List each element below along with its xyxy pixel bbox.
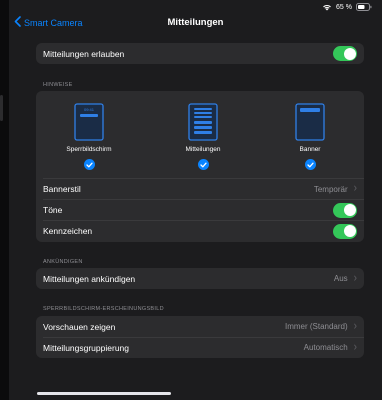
notification-grouping-row[interactable]: Mitteilungsgruppierung Automatisch ›	[36, 337, 364, 358]
status-bar: 65 %	[322, 3, 372, 11]
style-option-lockscreen[interactable]: 09:41 Sperrbildschirm	[49, 103, 129, 170]
chevron-right-icon: ›	[353, 319, 357, 333]
lockscreen-preview-icon: 09:41	[74, 103, 104, 141]
page-title: Mitteilungen	[167, 17, 224, 28]
allow-notifications-label: Mitteilungen erlauben	[43, 48, 125, 59]
settings-detail-pane: 65 % Smart Camera Mitteilungen Mitteilun…	[9, 0, 382, 400]
sounds-label: Töne	[43, 205, 63, 215]
announce-notifications-row[interactable]: Mitteilungen ankündigen Aus ›	[36, 268, 364, 289]
section-header-hinweise: HINWEISE	[43, 82, 73, 88]
chevron-right-icon: ›	[353, 181, 357, 195]
chevron-right-icon: ›	[353, 340, 357, 354]
wifi-icon	[322, 3, 332, 11]
section-header-announce: ANKÜNDIGEN	[43, 259, 83, 265]
lockscreen-preview-time: 09:41	[83, 107, 94, 112]
allow-notifications-group: Mitteilungen erlauben	[36, 43, 364, 64]
sounds-toggle[interactable]	[333, 202, 357, 218]
show-previews-row[interactable]: Vorschauen zeigen Immer (Standard) ›	[36, 316, 364, 337]
alerts-group: 09:41 Sperrbildschirm Mitteilungen Banne…	[36, 91, 364, 242]
badges-row: Kennzeichen	[36, 221, 364, 241]
lockscreen-checkmark-icon	[83, 159, 95, 170]
banner-style-label: Bannerstil	[43, 184, 81, 194]
lockscreen-appearance-group: Vorschauen zeigen Immer (Standard) › Mit…	[36, 316, 364, 358]
allow-notifications-toggle[interactable]	[333, 46, 357, 61]
battery-percent: 65 %	[336, 3, 352, 11]
announce-group: Mitteilungen ankündigen Aus ›	[36, 268, 364, 289]
notification-center-preview-icon	[188, 103, 218, 141]
style-option-notification-center[interactable]: Mitteilungen	[163, 103, 243, 170]
badges-label: Kennzeichen	[43, 226, 93, 236]
announce-notifications-value: Aus	[333, 274, 348, 283]
style-caption-banner: Banner	[299, 146, 321, 153]
banner-checkmark-icon	[304, 159, 316, 170]
badges-toggle[interactable]	[333, 223, 357, 239]
notification-center-checkmark-icon	[197, 159, 209, 170]
banner-preview-icon	[295, 103, 325, 141]
notification-grouping-label: Mitteilungsgruppierung	[43, 342, 129, 353]
navigation-bar: Smart Camera Mitteilungen	[9, 12, 382, 34]
banner-style-value: Temporär	[313, 184, 348, 194]
announce-notifications-label: Mitteilungen ankündigen	[43, 273, 136, 284]
notification-grouping-value: Automatisch	[303, 343, 348, 352]
style-caption-lockscreen: Sperrbildschirm	[66, 146, 112, 153]
sounds-row: Töne	[36, 200, 364, 220]
sidebar-edge	[0, 0, 9, 400]
show-previews-value: Immer (Standard)	[284, 322, 348, 331]
banner-style-row[interactable]: Bannerstil Temporär ›	[36, 179, 364, 199]
style-option-banner[interactable]: Banner	[270, 103, 350, 170]
home-indicator[interactable]	[37, 392, 171, 395]
sidebar-handle[interactable]	[0, 95, 3, 121]
battery-icon	[356, 3, 372, 11]
show-previews-label: Vorschauen zeigen	[43, 321, 116, 332]
section-header-lockscreen-appearance: SPERRBILDSCHIRM-ERSCHEINUNGSBILD	[43, 306, 164, 312]
allow-notifications-row: Mitteilungen erlauben	[36, 43, 364, 64]
chevron-right-icon: ›	[353, 271, 357, 285]
style-caption-notification-center: Mitteilungen	[185, 146, 221, 153]
